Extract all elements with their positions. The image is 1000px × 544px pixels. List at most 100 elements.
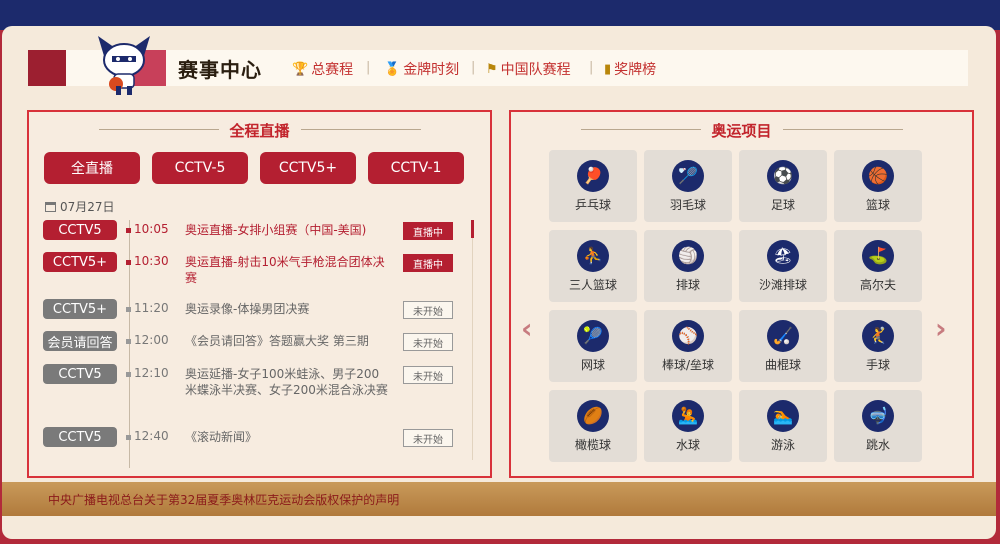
flag-icon: ⚑ [486, 61, 498, 77]
sport-item[interactable]: ⚾ 棒球/垒球 [644, 310, 732, 382]
sports-panel: 奥运项目 ‹ › 🏓 乒乓球 🏸 羽毛球 ⚽ 足球 🏀 篮球 ⛹ 三人篮球 🏐 排球 🏖 沙滩排球 ⛳ 高尔夫… [509, 110, 974, 478]
tab-cctv5[interactable]: CCTV-5 [152, 152, 248, 184]
program-title[interactable]: 奥运直播-女排小组赛（中国-美国) [185, 222, 390, 238]
channel-badge: 会员请回答 [43, 331, 117, 351]
program-time: 10:05 [134, 222, 169, 236]
program-title[interactable]: 《会员请回答》答题赢大奖 第三期 [185, 333, 390, 349]
sport-item[interactable]: 🤿 跳水 [834, 390, 922, 462]
sport-label: 曲棍球 [764, 357, 801, 372]
program-time: 11:20 [134, 301, 169, 315]
sport-item[interactable]: ⚽ 足球 [739, 150, 827, 222]
channel-badge: CCTV5+ [43, 299, 117, 319]
sport-item[interactable]: 🏸 羽毛球 [644, 150, 732, 222]
program-title[interactable]: 奥运延播-女子100米蛙泳、男子200米蝶泳半决赛、女子200米混合泳决赛 [185, 366, 390, 398]
sport-item[interactable]: 🏓 乒乓球 [549, 150, 637, 222]
tab-cctv1[interactable]: CCTV-1 [368, 152, 464, 184]
copyright-notice-link[interactable]: 中央广播电视总台关于第32届夏季奥林匹克运动会版权保护的声明 [48, 491, 399, 508]
beach-volleyball-icon: 🏖 [767, 239, 799, 272]
mascot-icon [98, 36, 150, 95]
status-badge[interactable]: 未开始 [403, 366, 453, 384]
tab-cctv5plus[interactable]: CCTV5+ [260, 152, 356, 184]
sport-label: 游泳 [770, 437, 795, 452]
section-title: 奥运项目 [711, 122, 772, 140]
timeline [129, 220, 130, 468]
program-title[interactable]: 奥运录像-体操男团决赛 [185, 301, 390, 317]
sport-item[interactable]: 🤾 手球 [834, 310, 922, 382]
nav-gold-moments[interactable]: 🏅 金牌时刻 [384, 59, 459, 79]
basketball-3x3-icon: ⛹ [577, 239, 609, 272]
handball-icon: 🤾 [862, 319, 894, 352]
hockey-icon: 🏑 [767, 319, 799, 352]
program-time: 12:40 [134, 429, 169, 443]
program-title[interactable]: 《滚动新闻》 [185, 429, 390, 445]
sport-label: 棒球/垒球 [661, 357, 715, 372]
status-badge[interactable]: 未开始 [403, 333, 453, 351]
next-arrow-icon[interactable]: › [935, 312, 947, 345]
sport-label: 羽毛球 [669, 197, 706, 212]
golf-icon: ⛳ [862, 239, 894, 272]
rugby-icon: 🏉 [577, 399, 609, 432]
tab-all-live[interactable]: 全直播 [44, 152, 140, 184]
channel-badge: CCTV5 [43, 364, 117, 384]
timeline-dot [126, 372, 131, 377]
status-badge[interactable]: 直播中 [403, 222, 453, 240]
calendar-icon [45, 201, 56, 212]
sport-item[interactable]: 🏑 曲棍球 [739, 310, 827, 382]
header-accent-block [28, 50, 66, 86]
channel-tabs: 全直播 CCTV-5 CCTV5+ CCTV-1 [44, 152, 464, 184]
nav-label: 总赛程 [311, 62, 354, 78]
status-badge[interactable]: 未开始 [403, 301, 453, 319]
volleyball-icon: 🏐 [672, 239, 704, 272]
football-icon: ⚽ [767, 159, 799, 192]
nav-divider: | [366, 60, 371, 75]
program-title[interactable]: 奥运直播-射击10米气手枪混合团体决赛 [185, 254, 390, 286]
sport-label: 跳水 [865, 437, 890, 452]
sport-item[interactable]: 🏐 排球 [644, 230, 732, 302]
sport-label: 水球 [675, 437, 700, 452]
sport-label: 足球 [770, 197, 795, 212]
timeline-dot [126, 435, 131, 440]
sports-grid: 🏓 乒乓球 🏸 羽毛球 ⚽ 足球 🏀 篮球 ⛹ 三人篮球 🏐 排球 🏖 沙滩排球 ⛳ 高尔夫 🎾 网球 ⚾ 棒球/垒球… [549, 150, 922, 462]
timeline-dot [126, 228, 131, 233]
schedule-list: CCTV5 10:05 奥运直播-女排小组赛（中国-美国) 直播中 CCTV5+… [41, 220, 471, 468]
sport-label: 手球 [865, 357, 890, 372]
basketball-icon: 🏀 [862, 159, 894, 192]
sport-label: 沙滩排球 [758, 277, 807, 292]
prev-arrow-icon[interactable]: ‹ [521, 312, 533, 345]
timeline-dot [126, 339, 131, 344]
header-bar: 赛事中心 🏆 总赛程 | 🏅 金牌时刻 | ⚑ 中国队赛程 | ▮ 奖牌榜 [28, 36, 968, 95]
nav-china-schedule[interactable]: ⚑ 中国队赛程 [486, 59, 571, 79]
sport-item[interactable]: 🏀 篮球 [834, 150, 922, 222]
scroll-track[interactable] [472, 220, 473, 460]
status-badge[interactable]: 未开始 [403, 429, 453, 447]
sport-item[interactable]: 🏖 沙滩排球 [739, 230, 827, 302]
diving-icon: 🤿 [862, 399, 894, 432]
swimming-icon: 🏊 [767, 399, 799, 432]
timeline-dot [126, 260, 131, 265]
sport-item[interactable]: ⛹ 三人篮球 [549, 230, 637, 302]
channel-badge: CCTV5 [43, 427, 117, 447]
table-tennis-icon: 🏓 [577, 159, 609, 192]
sport-label: 篮球 [865, 197, 890, 212]
timeline-dot [126, 307, 131, 312]
program-time: 10:30 [134, 254, 169, 268]
medal-icon: 🏅 [384, 61, 401, 77]
nav-medal-table[interactable]: ▮ 奖牌榜 [604, 59, 656, 79]
nav-label: 奖牌榜 [614, 62, 657, 78]
water-polo-icon: 🤽 [672, 399, 704, 432]
program-time: 12:00 [134, 333, 169, 347]
sport-label: 排球 [675, 277, 700, 292]
sport-item[interactable]: 🏊 游泳 [739, 390, 827, 462]
nav-label: 中国队赛程 [500, 62, 571, 78]
scrollbar-thumb[interactable] [471, 220, 474, 238]
sport-item[interactable]: 🏉 橄榄球 [549, 390, 637, 462]
sport-item[interactable]: 🎾 网球 [549, 310, 637, 382]
channel-badge: CCTV5 [43, 220, 117, 240]
trophy-icon: 🏆 [292, 61, 309, 77]
status-badge[interactable]: 直播中 [403, 254, 453, 272]
footer-bar: 中央广播电视总台关于第32届夏季奥林匹克运动会版权保护的声明 [2, 482, 996, 516]
sport-item[interactable]: 🤽 水球 [644, 390, 732, 462]
event-center-panel: 赛事中心 🏆 总赛程 | 🏅 金牌时刻 | ⚑ 中国队赛程 | ▮ 奖牌榜 全程… [2, 26, 996, 539]
sport-item[interactable]: ⛳ 高尔夫 [834, 230, 922, 302]
nav-schedule[interactable]: 🏆 总赛程 [292, 59, 353, 79]
